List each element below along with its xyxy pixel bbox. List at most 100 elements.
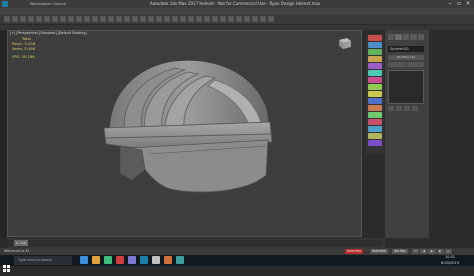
taskbar-app-icon[interactable] [92,256,100,264]
toolbar-button-icon[interactable] [220,16,226,22]
taskbar-app-icon[interactable] [116,256,124,264]
toolbar-button-icon[interactable] [244,16,250,22]
time-slider[interactable]: 0 / 100 [14,240,28,246]
toolbar-button-icon[interactable] [12,16,18,22]
app-logo-icon[interactable] [2,1,8,7]
play-icon[interactable]: ▶ [428,249,436,254]
make-unique-icon[interactable] [404,106,410,111]
tool-shortcut-icon[interactable] [368,119,382,125]
toolbar-button-icon[interactable] [44,16,50,22]
modifier-list-dropdown[interactable]: Modifier List [388,55,424,60]
helmet-model[interactable] [90,50,290,200]
toolbar-button-icon[interactable] [36,16,42,22]
tool-shortcut-icon[interactable] [368,105,382,111]
modifier-button[interactable] [388,62,406,67]
toolbar-button-icon[interactable] [260,16,266,22]
tool-shortcut-icon[interactable] [368,35,382,41]
taskbar-app-icon[interactable] [140,256,148,264]
auto-key-button[interactable]: Auto Key [345,249,364,254]
toolbar-button-icon[interactable] [4,16,10,22]
toolbar-button-icon[interactable] [140,16,146,22]
maxscript-listener[interactable]: Welcome to M [4,248,29,255]
go-to-end-icon[interactable]: ⏭ [444,249,453,254]
toolbar-button-icon[interactable] [148,16,154,22]
toolbar-button-icon[interactable] [20,16,26,22]
tool-shortcut-icon[interactable] [368,91,382,97]
tool-shortcut-icon[interactable] [368,133,382,139]
track-bar[interactable] [7,240,383,246]
maximize-icon[interactable]: ▫ [455,1,463,7]
clock-date: 6/30/2019 [441,260,459,265]
toolbar-button-icon[interactable] [60,16,66,22]
toolbar-button-icon[interactable] [180,16,186,22]
tool-shortcut-icon[interactable] [368,70,382,76]
right-empty-area [429,30,474,238]
taskbar-app-icon[interactable] [176,256,184,264]
modifier-stack[interactable] [388,70,424,104]
toolbar-button-icon[interactable] [124,16,130,22]
toolbar-button-icon[interactable] [236,16,242,22]
workspace-selector[interactable]: Workspaces: Default [30,0,70,8]
minimize-icon[interactable]: – [446,1,454,7]
taskbar-app-icon[interactable] [80,256,88,264]
toolbar-button-icon[interactable] [172,16,178,22]
viewcube-icon[interactable] [335,36,353,50]
toolbar-button-icon[interactable] [212,16,218,22]
taskbar-app-icon[interactable] [152,256,160,264]
toolbar-button-icon[interactable] [228,16,234,22]
tool-shortcut-icon[interactable] [368,112,382,118]
go-to-start-icon[interactable]: ⏮ [412,249,420,254]
viewport-label[interactable]: [+] [Perspective] [Standard] [Default Sh… [10,31,87,35]
taskbar-app-icon[interactable] [104,256,112,264]
modifier-button[interactable] [406,62,424,67]
toolbar-button-icon[interactable] [268,16,274,22]
toolbar-button-icon[interactable] [156,16,162,22]
display-tab-icon[interactable] [417,34,425,40]
toolbar-button-icon[interactable] [84,16,90,22]
previous-frame-icon[interactable]: ◀ [420,249,428,254]
taskbar-app-icon[interactable] [128,256,136,264]
tool-shortcut-icon[interactable] [368,77,382,83]
tool-shortcut-icon[interactable] [368,126,382,132]
command-panel-tabs [388,34,425,40]
toolbar-button-icon[interactable] [92,16,98,22]
toolbar-button-icon[interactable] [68,16,74,22]
taskbar-app-icon[interactable] [164,256,172,264]
object-name-field[interactable]: Sphere001 [388,46,424,52]
system-clock[interactable]: 10:51 6/30/2019 [436,255,464,266]
taskbar-search-input[interactable]: Type here to search [14,256,72,265]
toolbar-button-icon[interactable] [132,16,138,22]
modify-tab-icon[interactable] [395,34,402,40]
toolbar-button-icon[interactable] [108,16,114,22]
tool-shortcut-icon[interactable] [368,49,382,55]
tool-shortcut-icon[interactable] [368,84,382,90]
create-tab-icon[interactable] [388,34,395,40]
stack-controls [388,106,424,111]
toolbar-button-icon[interactable] [164,16,170,22]
left-tool-strip[interactable] [0,30,7,238]
close-icon[interactable]: × [464,1,472,7]
tool-shortcut-icon[interactable] [368,98,382,104]
toolbar-button-icon[interactable] [100,16,106,22]
toolbar-button-icon[interactable] [196,16,202,22]
set-key-button[interactable]: Set Key [392,249,409,254]
pin-stack-icon[interactable] [388,106,394,111]
remove-modifier-icon[interactable] [412,106,418,111]
next-frame-icon[interactable]: ▶ [436,249,444,254]
toolbar-button-icon[interactable] [76,16,82,22]
toolbar-button-icon[interactable] [116,16,122,22]
motion-tab-icon[interactable] [410,34,417,40]
tool-shortcut-icon[interactable] [368,140,382,146]
tool-shortcut-icon[interactable] [368,63,382,69]
toolbar-button-icon[interactable] [28,16,34,22]
windows-start-icon[interactable] [3,257,10,272]
tool-shortcut-icon[interactable] [368,42,382,48]
hierarchy-tab-icon[interactable] [402,34,410,40]
toolbar-button-icon[interactable] [188,16,194,22]
toolbar-button-icon[interactable] [252,16,258,22]
show-end-result-icon[interactable] [396,106,402,111]
toolbar-button-icon[interactable] [52,16,58,22]
toolbar-button-icon[interactable] [204,16,210,22]
selected-dropdown[interactable]: Selected [370,249,388,254]
tool-shortcut-icon[interactable] [368,56,382,62]
